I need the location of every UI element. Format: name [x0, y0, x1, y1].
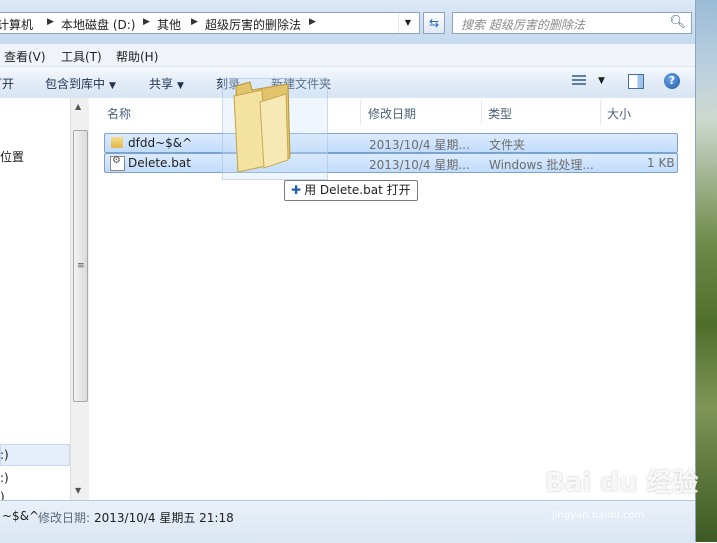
- nav-scrollbar[interactable]: ▲ ≡ ▼: [70, 98, 89, 500]
- column-modified[interactable]: 修改日期: [368, 105, 416, 122]
- search-icon[interactable]: 🔍︎: [669, 15, 686, 30]
- file-type: Windows 批处理...: [489, 158, 594, 172]
- nav-item-selected[interactable]: [0, 444, 70, 466]
- folder-icon: [233, 81, 291, 172]
- file-modified: 2013/10/4 星期...: [369, 138, 470, 152]
- chevron-down-icon: ▼: [109, 81, 116, 91]
- column-divider[interactable]: [600, 100, 601, 124]
- menu-bar: 查看(V) 工具(T) 帮助(H): [0, 44, 695, 67]
- file-name: Delete.bat: [128, 156, 191, 170]
- desktop-background: [695, 0, 717, 542]
- column-name[interactable]: 名称: [107, 105, 131, 122]
- explorer-window: 计算机 ▶ 本地磁盘 (D:) ▶ 其他 ▶ 超级厉害的删除法 ▶ ▼ ⇆ 搜索…: [0, 0, 696, 543]
- refresh-button[interactable]: ⇆: [423, 12, 445, 34]
- breadcrumb-arrow-icon[interactable]: ▶: [47, 17, 54, 27]
- nav-item-drive[interactable]: :): [0, 448, 9, 462]
- column-header: 名称 修改日期 类型 大小: [90, 98, 695, 126]
- baidu-watermark: Bai du 经验: [545, 468, 699, 498]
- chevron-down-icon[interactable]: ▼: [598, 76, 605, 86]
- grip-icon: ≡: [77, 261, 85, 271]
- scrollbar-thumb[interactable]: ≡: [73, 130, 88, 402]
- include-in-library-label: 包含到库中: [45, 77, 106, 91]
- share-label: 共享: [149, 77, 174, 91]
- open-button[interactable]: 打开: [0, 75, 14, 92]
- baidu-watermark-url: jingyan.baidu.com: [552, 510, 645, 521]
- preview-pane-icon[interactable]: [628, 74, 644, 89]
- column-type[interactable]: 类型: [488, 105, 512, 122]
- nav-item-drive[interactable]: :): [0, 471, 9, 485]
- breadcrumb-computer[interactable]: 计算机: [0, 16, 33, 33]
- file-type: 文件夹: [489, 138, 526, 152]
- command-bar: 打开 包含到库中▼ 共享▼ 刻录 新建文件夹 ▼ ?: [0, 67, 695, 99]
- menu-tools[interactable]: 工具(T): [61, 48, 102, 65]
- breadcrumb-arrow-icon[interactable]: ▶: [143, 17, 150, 27]
- menu-help[interactable]: 帮助(H): [116, 48, 158, 65]
- file-size: 1 KB: [647, 156, 675, 170]
- file-name: dfdd~$&^: [128, 136, 193, 150]
- details-item-name: ~$&^: [2, 509, 40, 523]
- address-bar: 计算机 ▶ 本地磁盘 (D:) ▶ 其他 ▶ 超级厉害的删除法 ▶ ▼ ⇆ 搜索…: [0, 0, 695, 44]
- breadcrumb-current-folder[interactable]: 超级厉害的删除法: [205, 16, 301, 33]
- column-divider[interactable]: [360, 100, 361, 124]
- scroll-up-icon[interactable]: ▲: [75, 102, 81, 111]
- breadcrumb-arrow-icon[interactable]: ▶: [191, 17, 198, 27]
- include-in-library-button[interactable]: 包含到库中 ▼: [45, 75, 116, 92]
- drag-tooltip-text: 用 Delete.bat 打开: [304, 183, 411, 197]
- file-modified: 2013/10/4 星期...: [369, 158, 470, 172]
- help-icon[interactable]: ?: [664, 73, 680, 89]
- file-row-folder[interactable]: dfdd~$&^ 2013/10/4 星期... 文件夹: [104, 133, 678, 153]
- details-modified-label: 修改日期:: [38, 511, 91, 525]
- search-placeholder: 搜索 超级厉害的删除法: [461, 18, 585, 32]
- details-pane: ~$&^ 修改日期: 2013/10/4 星期五 21:18: [0, 500, 695, 543]
- breadcrumb-drive-d[interactable]: 本地磁盘 (D:): [61, 16, 135, 33]
- column-size[interactable]: 大小: [607, 105, 631, 122]
- chevron-down-icon: ▼: [177, 81, 184, 91]
- view-options-icon[interactable]: [572, 75, 586, 87]
- details-modified-value: 2013/10/4 星期五 21:18: [94, 511, 234, 525]
- nav-item-locations[interactable]: 位置: [0, 148, 24, 165]
- drag-tooltip: ✚ 用 Delete.bat 打开: [284, 180, 418, 201]
- menu-view[interactable]: 查看(V): [4, 48, 46, 65]
- breadcrumb[interactable]: 计算机 ▶ 本地磁盘 (D:) ▶ 其他 ▶ 超级厉害的删除法 ▶ ▼: [0, 12, 420, 34]
- breadcrumb-other[interactable]: 其他: [157, 16, 181, 33]
- batch-file-icon: [110, 155, 125, 171]
- column-divider[interactable]: [481, 100, 482, 124]
- address-dropdown-icon[interactable]: ▼: [398, 13, 417, 33]
- search-input[interactable]: 搜索 超级厉害的删除法 🔍︎: [452, 12, 692, 34]
- share-button[interactable]: 共享 ▼: [149, 75, 184, 92]
- folder-icon: [111, 137, 123, 148]
- plus-icon: ✚: [291, 183, 302, 197]
- scroll-down-icon[interactable]: ▼: [75, 486, 81, 495]
- refresh-icon: ⇆: [428, 16, 440, 30]
- file-row-bat[interactable]: Delete.bat 2013/10/4 星期... Windows 批处理..…: [104, 153, 678, 173]
- breadcrumb-arrow-icon[interactable]: ▶: [309, 17, 316, 27]
